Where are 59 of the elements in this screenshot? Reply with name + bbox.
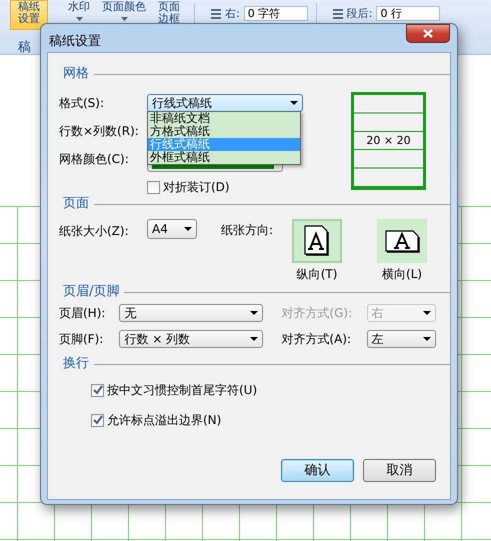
ribbon-button[interactable]: 页面颜色: [96, 1, 152, 21]
landscape-page-icon: [384, 230, 420, 252]
ribbon-button[interactable]: 页面 边框: [152, 1, 186, 25]
field-label: 对齐方式(A):: [281, 331, 352, 348]
section-title: 页眉/页脚: [62, 283, 120, 302]
checkbox-label: 对折装订(D): [163, 179, 230, 196]
ribbon-button[interactable]: 水印: [62, 1, 96, 21]
dropdown-option[interactable]: 非稿纸文档: [148, 112, 300, 125]
dropdown-option[interactable]: 外框式稿纸: [148, 151, 300, 164]
group-label: 稿: [18, 39, 31, 57]
spacing-label: 段后:: [346, 8, 372, 20]
dropdown[interactable]: 左: [366, 330, 436, 348]
close-icon: [422, 28, 434, 39]
spacing-field[interactable]: 0 行: [376, 6, 440, 21]
checkbox-label: 按中文习惯控制首尾字符(U): [107, 382, 258, 399]
dialog-button[interactable]: 取消: [363, 459, 436, 482]
field-label: 纸张大小(Z):: [59, 223, 130, 240]
section-title: 页面: [62, 195, 89, 214]
field-label: 页眉(H):: [59, 305, 106, 322]
orientation-label: 纵向(T): [296, 266, 338, 283]
checkbox[interactable]: [91, 414, 104, 426]
check-icon: [92, 385, 102, 395]
section-title: 网格: [62, 65, 89, 84]
field-label: 页脚(F):: [59, 331, 104, 348]
field-label: 纸张方向:: [221, 222, 274, 239]
checkbox[interactable]: [147, 180, 160, 194]
field-label: 行数×列数(R):: [59, 123, 140, 140]
caret-icon: [183, 226, 193, 232]
spacing-field[interactable]: 0 字符: [244, 6, 308, 21]
section-title: 换行: [62, 355, 89, 374]
caret-icon: [76, 17, 82, 21]
dropdown[interactable]: 行线式稿纸: [147, 94, 303, 112]
caret-icon: [422, 310, 432, 316]
dialog-button[interactable]: 确认: [281, 459, 354, 482]
field-label: 网格颜色(C):: [59, 151, 130, 168]
caret-icon: [289, 100, 299, 106]
window-title: 稿纸设置: [49, 33, 101, 51]
checkbox-label: 允许标点溢出边界(N): [107, 412, 222, 429]
field-label: 对齐方式(G):: [281, 305, 354, 322]
ribbon-button[interactable]: 稿纸 设置: [10, 0, 48, 30]
orientation-button[interactable]: [377, 219, 428, 263]
preview-text: 20 × 20: [366, 132, 411, 149]
spacing-label: 右:: [225, 8, 240, 20]
orientation-button[interactable]: [292, 219, 342, 263]
check-icon: [92, 415, 102, 425]
spacing-icon: [332, 8, 343, 20]
portrait-page-icon: [304, 225, 330, 257]
caret-icon: [249, 336, 260, 342]
checkbox[interactable]: [91, 384, 104, 396]
caret-icon: [120, 17, 128, 21]
dropdown-option[interactable]: 方格式稿纸: [148, 125, 300, 138]
caret-icon: [422, 336, 432, 342]
close-button[interactable]: [406, 24, 450, 43]
field-label: 格式(S):: [59, 95, 106, 112]
dropdown[interactable]: A4: [147, 219, 197, 239]
orientation-label: 横向(L): [382, 266, 422, 283]
caret-icon: [249, 310, 260, 316]
dropdown[interactable]: 行数 × 列数: [119, 330, 264, 348]
spacing-icon: [211, 8, 221, 20]
